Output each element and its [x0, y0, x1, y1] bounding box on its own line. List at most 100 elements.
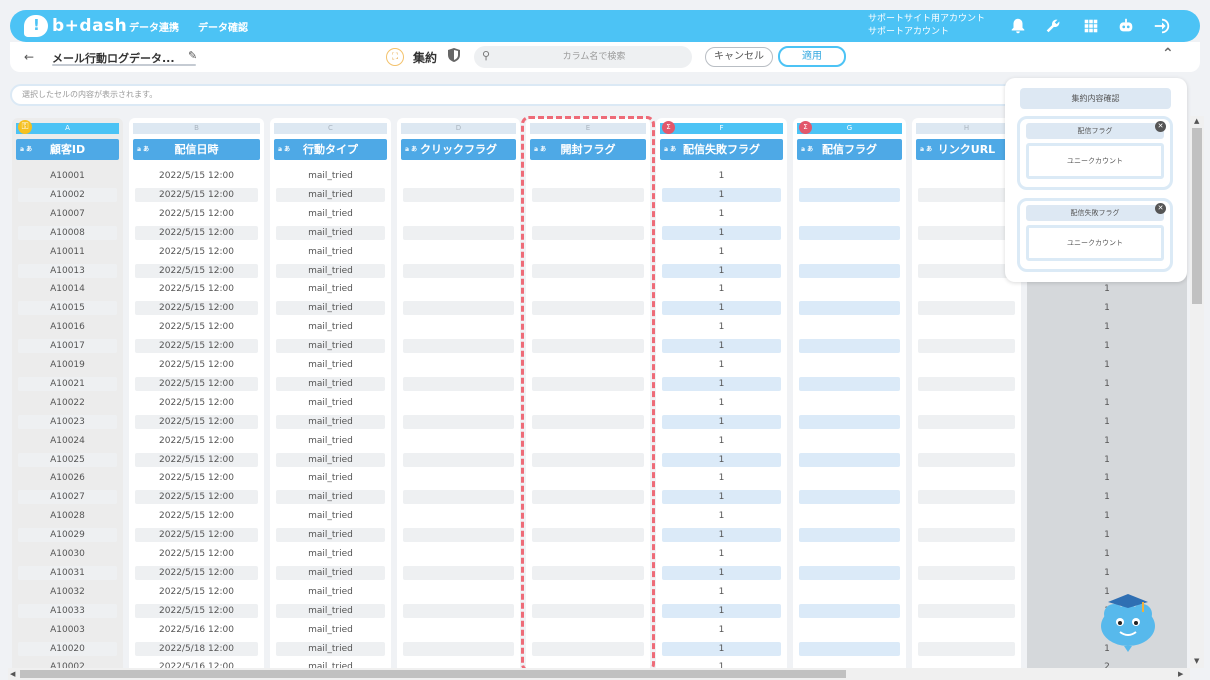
table-cell[interactable]: [799, 263, 900, 278]
table-cell[interactable]: [532, 547, 644, 561]
table-cell[interactable]: 1: [1033, 282, 1181, 296]
table-cell[interactable]: A10022: [18, 396, 117, 410]
table-cell[interactable]: 1: [662, 623, 781, 637]
table-cell[interactable]: [532, 509, 644, 523]
scroll-right-icon[interactable]: ▶: [1178, 670, 1183, 678]
table-cell[interactable]: [799, 434, 900, 448]
table-cell[interactable]: 1: [662, 471, 781, 485]
table-cell[interactable]: 2022/5/15 12:00: [135, 509, 258, 523]
table-cell[interactable]: [403, 414, 514, 429]
table-cell[interactable]: 1: [662, 414, 781, 429]
grid-column[interactable]: ⚿ Aa あ顧客ID A10001 A10002 A10007 A10008 A10011 A…: [12, 118, 123, 668]
column-header[interactable]: a あクリックフラグ: [401, 139, 516, 160]
nav-data-check[interactable]: データ確認: [198, 19, 248, 34]
table-cell[interactable]: A10032: [18, 585, 117, 599]
table-cell[interactable]: 2022/5/15 12:00: [135, 339, 258, 354]
table-cell[interactable]: A10028: [18, 509, 117, 523]
table-cell[interactable]: [799, 282, 900, 296]
table-cell[interactable]: [918, 434, 1015, 448]
table-cell[interactable]: 1: [1033, 471, 1181, 485]
table-cell[interactable]: mail_tried: [276, 490, 385, 505]
table-cell[interactable]: A10016: [18, 320, 117, 334]
grid-column[interactable]: ΣFa あ配信失敗フラグ 1 1 1 1 1 1 1 1 1 1 1 1 1 1 1 1 1 1 1 1 1 1 1 1 1 1 1: [656, 118, 787, 668]
table-cell[interactable]: 2022/5/15 12:00: [135, 565, 258, 580]
bell-icon[interactable]: [1008, 16, 1028, 36]
table-cell[interactable]: 1: [662, 565, 781, 580]
table-cell[interactable]: A10021: [18, 376, 117, 391]
table-cell[interactable]: [918, 396, 1015, 410]
grid-column[interactable]: Ca あ行動タイプ mail_tried mail_tried mail_tried m…: [270, 118, 391, 668]
table-cell[interactable]: 1: [1033, 415, 1181, 429]
aggregation-method[interactable]: ユニークカウント: [1026, 143, 1164, 179]
table-cell[interactable]: 1: [662, 376, 781, 391]
table-cell[interactable]: [799, 660, 900, 668]
mascot-assistant-icon[interactable]: [1098, 592, 1160, 652]
table-cell[interactable]: mail_tried: [276, 585, 385, 599]
table-cell[interactable]: mail_tried: [276, 225, 385, 240]
table-cell[interactable]: mail_tried: [276, 207, 385, 221]
table-cell[interactable]: [532, 585, 644, 599]
table-cell[interactable]: 2022/5/15 12:00: [135, 471, 258, 485]
table-cell[interactable]: [403, 245, 514, 259]
table-cell[interactable]: 2022/5/15 12:00: [135, 320, 258, 334]
table-cell[interactable]: 1: [662, 641, 781, 656]
table-cell[interactable]: [532, 207, 644, 221]
table-cell[interactable]: mail_tried: [276, 376, 385, 391]
table-cell[interactable]: A10011: [18, 245, 117, 259]
table-cell[interactable]: [799, 509, 900, 523]
table-cell[interactable]: mail_tried: [276, 547, 385, 561]
table-cell[interactable]: 2022/5/15 12:00: [135, 187, 258, 202]
table-cell[interactable]: [403, 660, 514, 668]
table-cell[interactable]: [403, 339, 514, 354]
table-cell[interactable]: mail_tried: [276, 339, 385, 354]
table-cell[interactable]: [532, 414, 644, 429]
table-cell[interactable]: 1: [662, 603, 781, 618]
table-cell[interactable]: 1: [662, 660, 781, 668]
table-cell[interactable]: 2022/5/16 12:00: [135, 623, 258, 637]
aggregate-icon[interactable]: ⛶: [386, 48, 404, 66]
table-cell[interactable]: mail_tried: [276, 623, 385, 637]
table-cell[interactable]: mail_tried: [276, 282, 385, 296]
table-cell[interactable]: mail_tried: [276, 603, 385, 618]
table-cell[interactable]: A10007: [18, 207, 117, 221]
logout-icon[interactable]: [1152, 16, 1172, 36]
table-cell[interactable]: [918, 225, 1015, 240]
table-cell[interactable]: mail_tried: [276, 263, 385, 278]
table-cell[interactable]: mail_tried: [276, 414, 385, 429]
table-cell[interactable]: [918, 509, 1015, 523]
table-cell[interactable]: [799, 641, 900, 656]
table-cell[interactable]: [918, 490, 1015, 505]
table-cell[interactable]: 2022/5/15 12:00: [135, 245, 258, 259]
app-logo[interactable]: b+dash: [24, 14, 127, 38]
table-cell[interactable]: [532, 434, 644, 448]
table-cell[interactable]: [403, 528, 514, 543]
table-cell[interactable]: 1: [662, 339, 781, 354]
table-cell[interactable]: 2022/5/15 12:00: [135, 414, 258, 429]
table-cell[interactable]: 1: [1033, 396, 1181, 410]
table-cell[interactable]: 2022/5/15 12:00: [135, 358, 258, 372]
aggregation-card[interactable]: 配信フラグ ✕ ユニークカウント: [1017, 116, 1173, 190]
table-cell[interactable]: 1: [1033, 566, 1181, 580]
table-cell[interactable]: [799, 603, 900, 618]
table-cell[interactable]: [403, 509, 514, 523]
table-cell[interactable]: [532, 396, 644, 410]
table-cell[interactable]: [403, 452, 514, 467]
table-cell[interactable]: 2022/5/15 12:00: [135, 490, 258, 505]
table-cell[interactable]: [403, 376, 514, 391]
table-cell[interactable]: [799, 301, 900, 316]
table-cell[interactable]: [403, 207, 514, 221]
wrench-icon[interactable]: [1043, 16, 1063, 36]
back-arrow-icon[interactable]: ←: [24, 50, 34, 64]
table-cell[interactable]: [799, 245, 900, 259]
robot-icon[interactable]: [1116, 16, 1136, 36]
close-icon[interactable]: ✕: [1155, 121, 1166, 132]
grid-column[interactable]: Da あクリックフラグ: [397, 118, 520, 668]
scroll-up-icon[interactable]: ▲: [1194, 117, 1199, 125]
table-cell[interactable]: [918, 187, 1015, 202]
table-cell[interactable]: [532, 187, 644, 202]
table-cell[interactable]: [403, 169, 514, 183]
table-cell[interactable]: 2022/5/15 12:00: [135, 207, 258, 221]
table-cell[interactable]: 2022/5/15 12:00: [135, 169, 258, 183]
table-cell[interactable]: [403, 187, 514, 202]
table-cell[interactable]: [799, 471, 900, 485]
